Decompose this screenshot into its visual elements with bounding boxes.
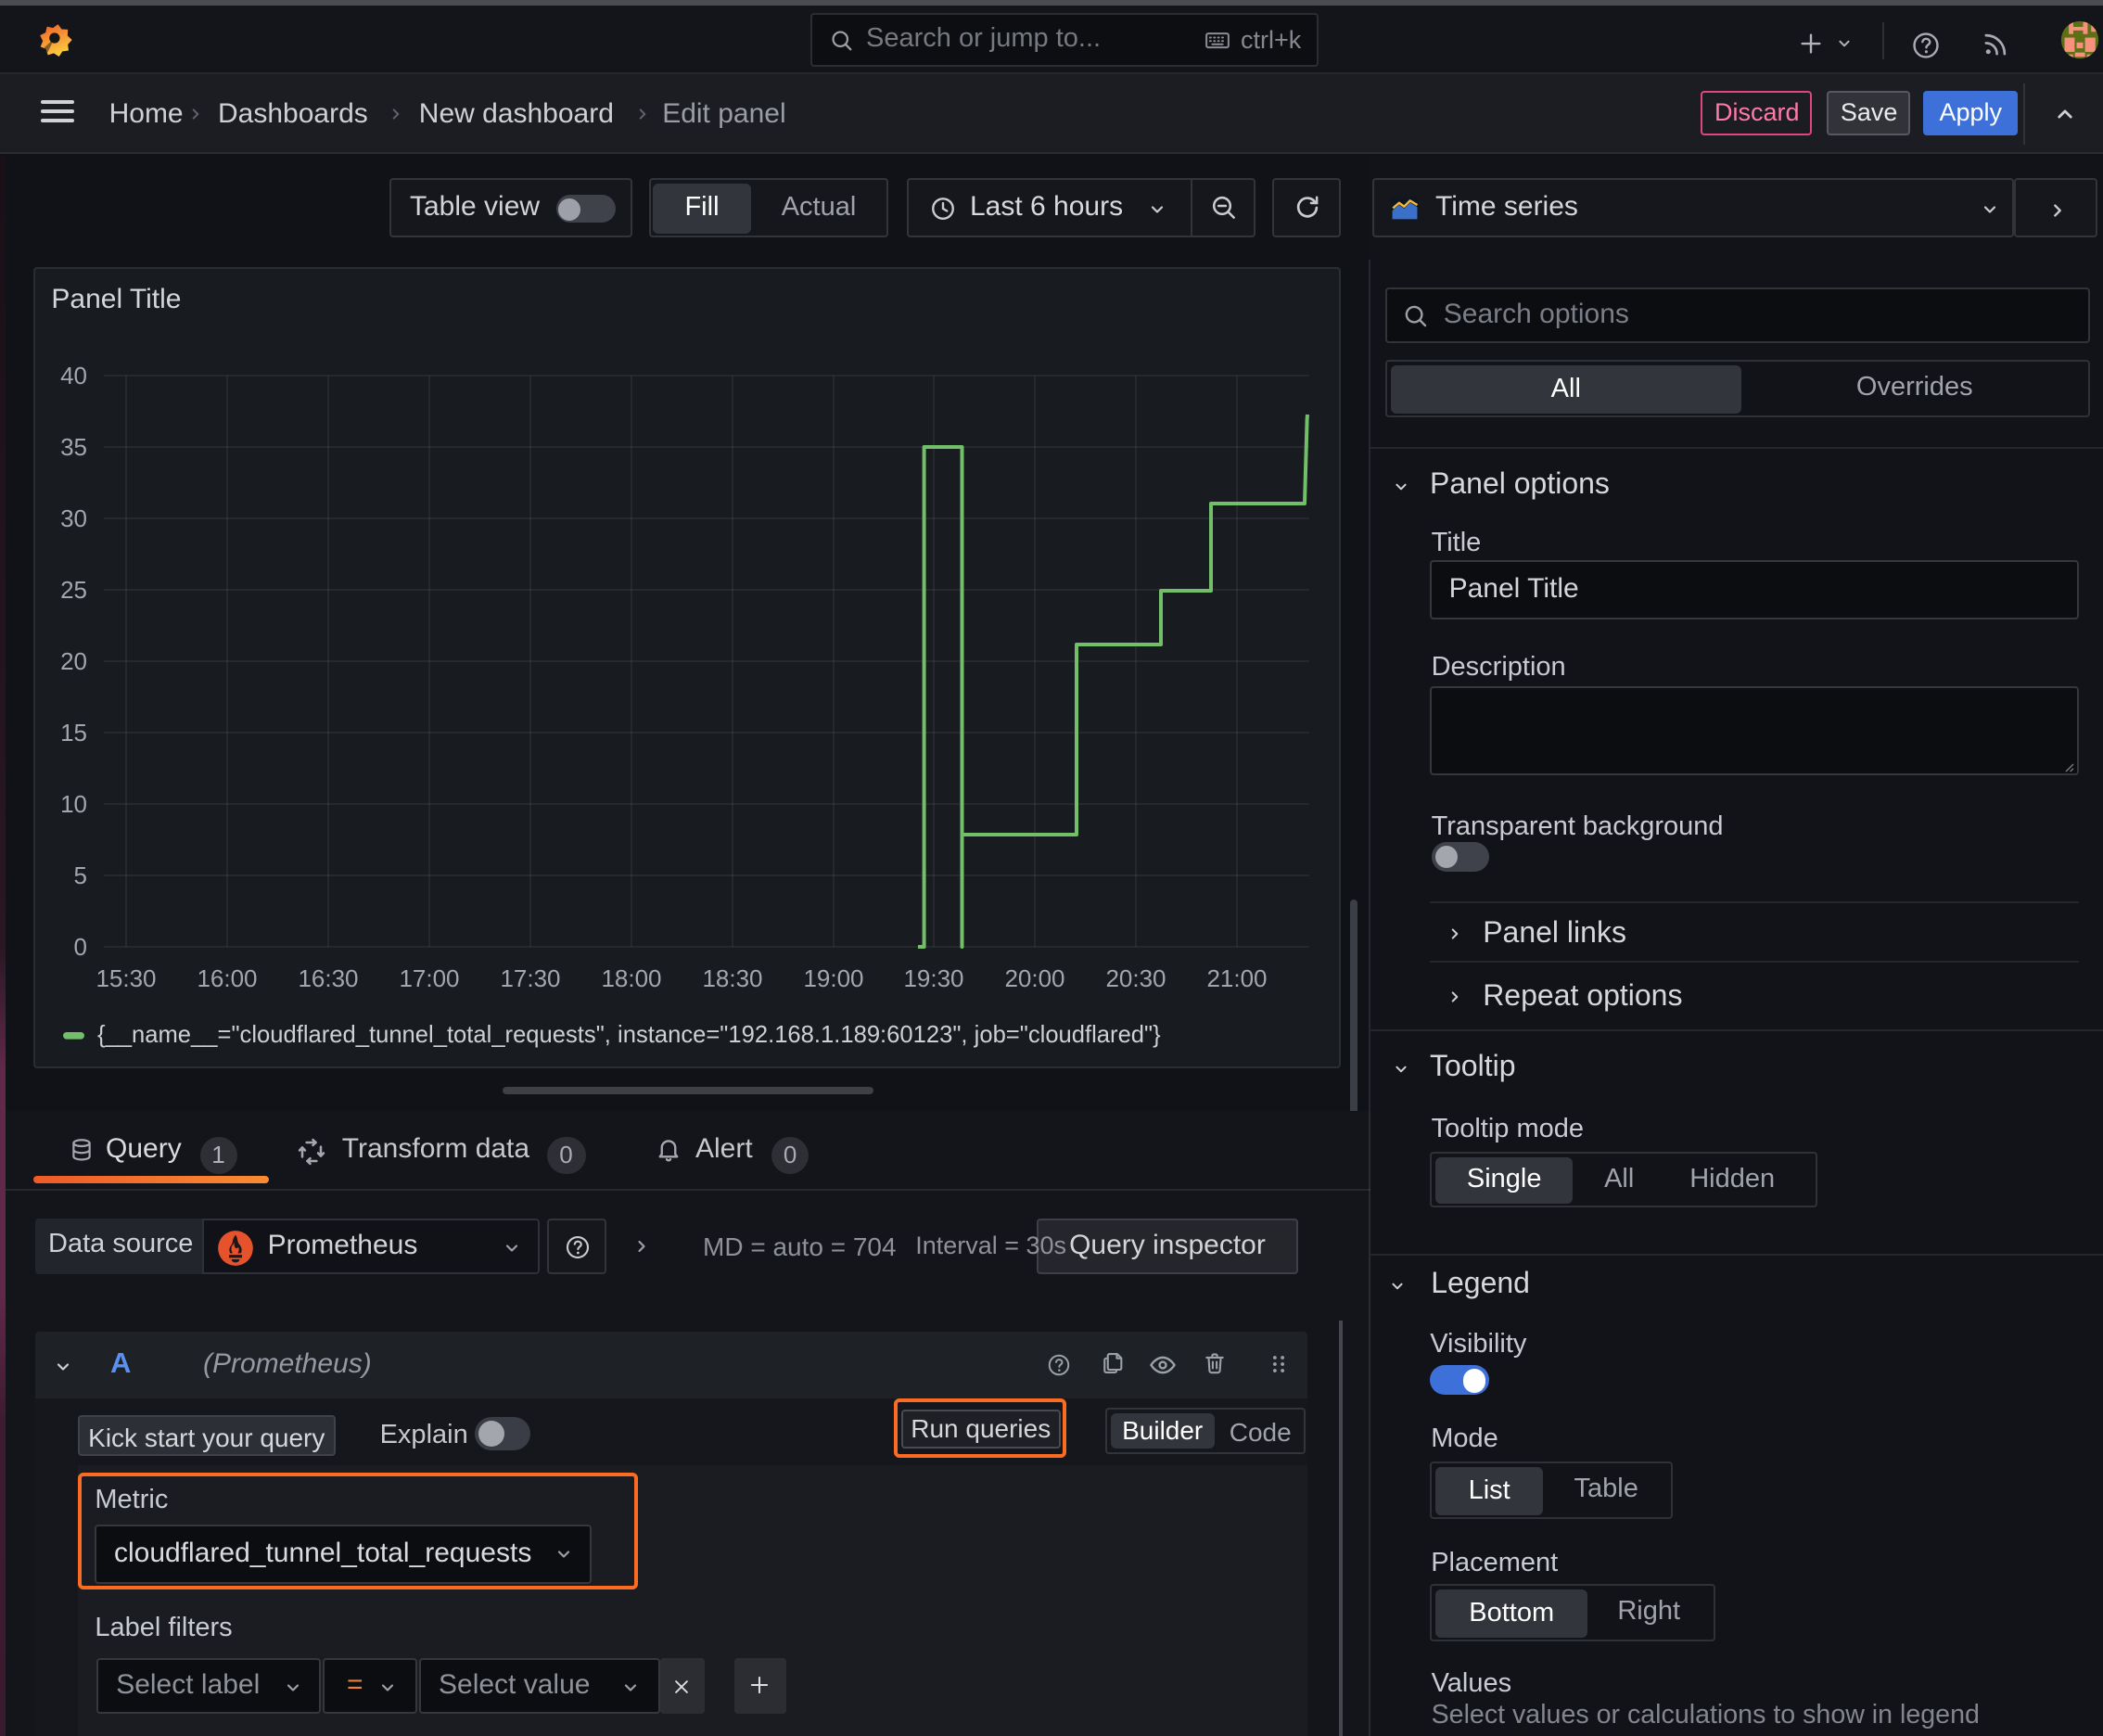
svg-text:30: 30 [60, 504, 87, 532]
svg-text:25: 25 [60, 576, 87, 604]
svg-text:16:00: 16:00 [197, 964, 257, 992]
svg-text:21:00: 21:00 [1206, 964, 1267, 992]
svg-text:17:00: 17:00 [399, 964, 459, 992]
svg-text:18:30: 18:30 [702, 964, 762, 992]
svg-text:20:00: 20:00 [1004, 964, 1064, 992]
svg-text:10: 10 [60, 790, 87, 818]
svg-text:20: 20 [60, 647, 87, 675]
svg-text:0: 0 [74, 933, 87, 961]
svg-text:17:30: 17:30 [500, 964, 560, 992]
svg-text:19:00: 19:00 [803, 964, 863, 992]
svg-text:16:30: 16:30 [298, 964, 358, 992]
svg-text:19:30: 19:30 [903, 964, 963, 992]
svg-text:{__name__="cloudflared_tunnel_: {__name__="cloudflared_tunnel_total_requ… [97, 1022, 1161, 1048]
svg-text:35: 35 [60, 433, 87, 461]
svg-text:15: 15 [60, 719, 87, 747]
svg-text:40: 40 [60, 362, 87, 389]
svg-text:20:30: 20:30 [1105, 964, 1166, 992]
svg-text:15:30: 15:30 [96, 964, 156, 992]
svg-text:18:00: 18:00 [601, 964, 661, 992]
svg-text:5: 5 [74, 862, 87, 889]
